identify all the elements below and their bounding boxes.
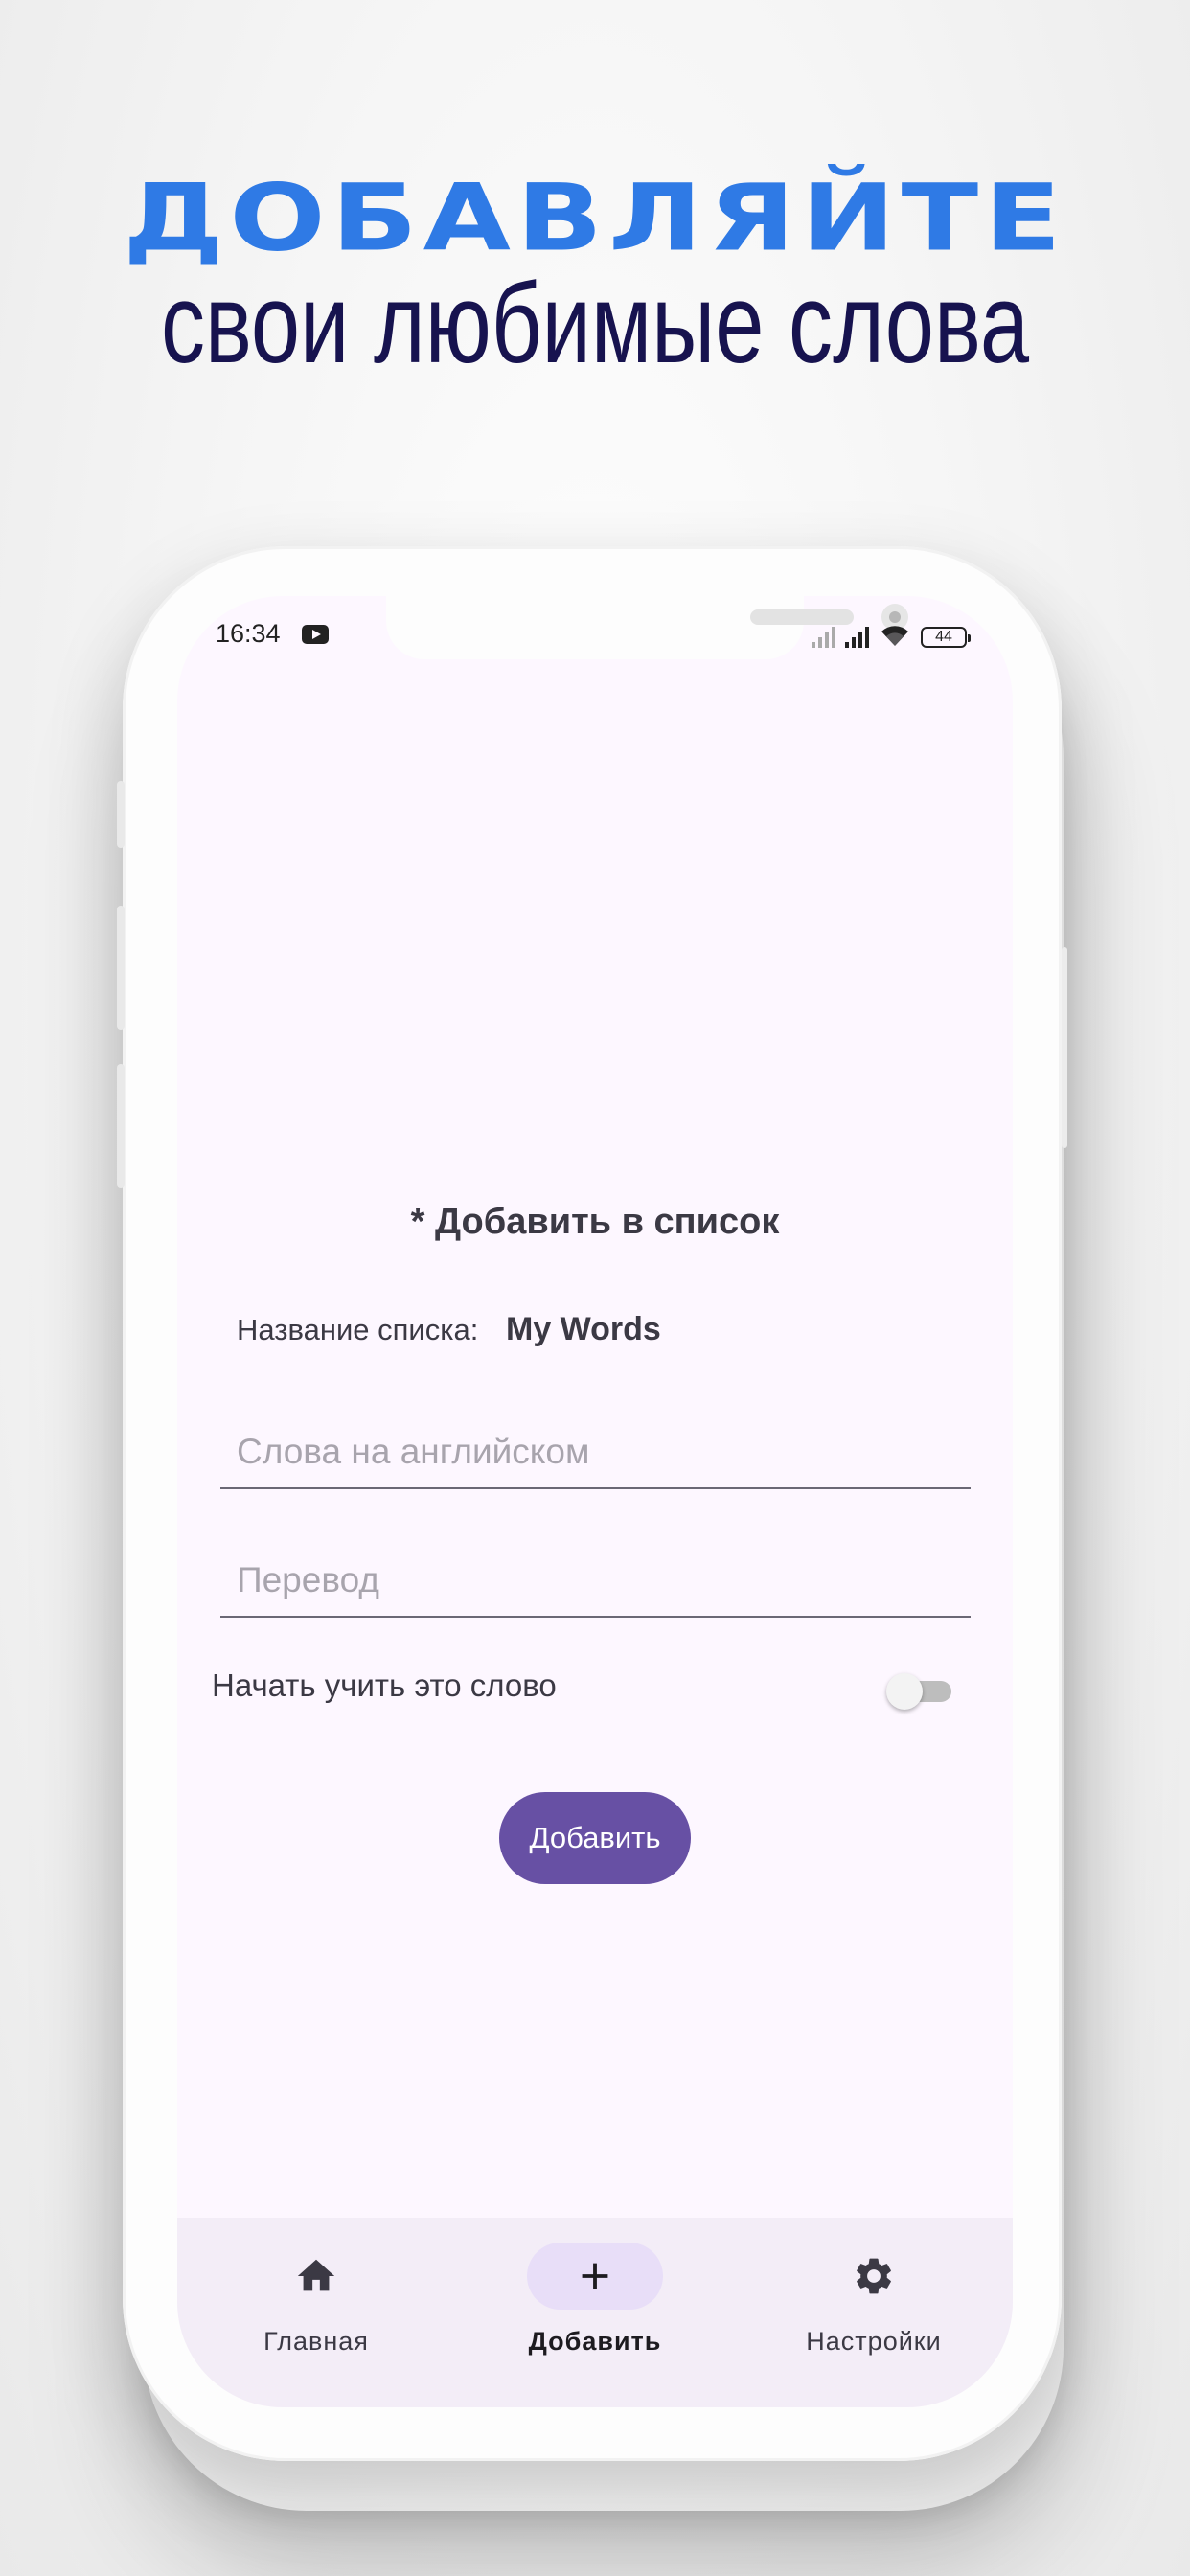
home-icon	[297, 2259, 335, 2291]
nav-item-settings-label: Настройки	[806, 2327, 942, 2356]
nav-item-home[interactable]: Главная	[177, 2218, 455, 2407]
nav-item-home-label: Главная	[263, 2327, 369, 2356]
nav-item-home-indicator	[248, 2242, 384, 2310]
form-title: * Добавить в список	[410, 1202, 780, 1242]
list-name-value: My Words	[506, 1311, 661, 1347]
nav-item-add-indicator	[527, 2242, 663, 2310]
nav-item-settings[interactable]: Настройки	[735, 2218, 1013, 2407]
nav-item-settings-indicator	[806, 2242, 942, 2310]
youtube-notification-icon	[302, 625, 329, 644]
add-button[interactable]: Добавить	[499, 1792, 691, 1884]
plus-icon	[582, 2263, 608, 2289]
headline-primary: ДОБАВЛЯЙТЕ	[123, 163, 1067, 272]
phone-side-button-left-1	[117, 781, 125, 848]
learn-toggle-label: Начать учить это слово	[212, 1668, 557, 1703]
list-name-label: Название списка:	[237, 1313, 479, 1346]
phone-side-button-right	[1062, 947, 1067, 1148]
translation-input[interactable]	[220, 1545, 971, 1618]
gear-icon	[857, 2258, 891, 2294]
toggle-thumb	[886, 1673, 923, 1710]
learn-toggle-switch[interactable]	[886, 1671, 953, 1710]
signal-sim2-icon	[812, 625, 835, 648]
nav-item-add-label: Добавить	[528, 2327, 662, 2356]
phone-side-button-left-3	[117, 1064, 125, 1188]
signal-sim1-icon	[845, 625, 869, 648]
notch	[386, 596, 908, 659]
nav-item-add[interactable]: Добавить	[456, 2218, 734, 2407]
status-time: 16:34	[216, 619, 281, 648]
status-icons: 44	[812, 623, 971, 648]
phone-screen: 16:34 44 * Добавить в список Название сп…	[177, 596, 1013, 2407]
wifi-icon	[879, 623, 911, 648]
english-word-input[interactable]	[220, 1416, 971, 1489]
battery-icon: 44	[921, 627, 971, 648]
phone-side-button-left-2	[117, 906, 125, 1030]
headline-secondary: свои любимые слова	[160, 261, 1030, 387]
bottom-navigation: Главная Добавить Настройки	[177, 2218, 1013, 2407]
